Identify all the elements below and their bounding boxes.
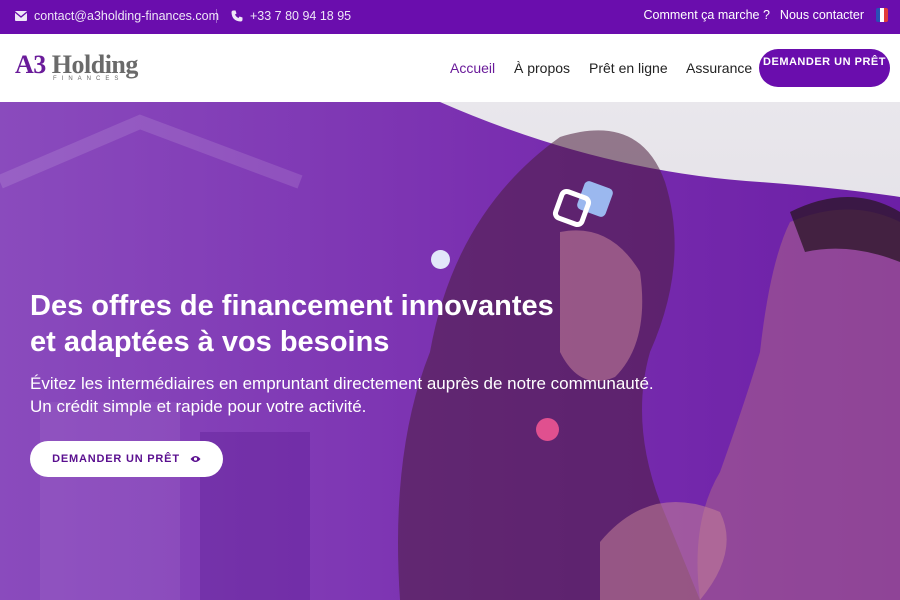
nav-online-loan[interactable]: Prêt en ligne [589,60,668,76]
france-flag-icon[interactable] [876,8,888,22]
email-contact-link[interactable]: contact@a3holding-finances.com [15,9,219,23]
nav-insurance[interactable]: Assurance [686,60,752,76]
decorative-dot-light [431,250,450,269]
request-loan-header-button[interactable]: DEMANDER UN PRÊT [759,49,890,87]
contact-link[interactable]: Nous contacter [780,8,864,22]
hero-subtitle-line-2: Un crédit simple et rapide pour votre ac… [30,397,367,416]
hero-button-label: DEMANDER UN PRÊT [52,453,180,465]
eye-icon [190,456,201,462]
envelope-icon [15,11,27,21]
decorative-dot-pink [536,418,559,441]
hero-section: Des offres de financement innovantes et … [0,102,900,600]
how-it-works-link[interactable]: Comment ça marche ? [643,8,769,22]
request-loan-hero-button[interactable]: DEMANDER UN PRÊT [30,441,223,477]
email-text: contact@a3holding-finances.com [34,9,220,23]
hero-title-line-1: Des offres de financement innovantes [30,290,554,322]
hero-title-line-2: et adaptées à vos besoins [30,326,390,358]
hero-title: Des offres de financement innovantes et … [30,288,630,360]
hero-subtitle-line-1: Évitez les intermédiaires en empruntant … [30,374,654,393]
phone-text: +33 7 80 94 18 95 [250,9,352,23]
topbar-divider [216,9,217,23]
phone-icon [231,10,243,22]
nav-home[interactable]: Accueil [450,60,495,76]
site-logo[interactable]: A3 Holding FINANCES [15,46,155,90]
logo-subtitle: FINANCES [53,76,124,82]
main-header: A3 Holding FINANCES Accueil À propos Prê… [0,34,900,102]
topbar-links: Comment ça marche ? Nous contacter [643,8,888,22]
nav-about[interactable]: À propos [514,60,570,76]
phone-contact-link[interactable]: +33 7 80 94 18 95 [231,9,351,23]
hero-subtitle: Évitez les intermédiaires en empruntant … [30,372,790,418]
top-bar: contact@a3holding-finances.com +33 7 80 … [0,0,900,34]
decorative-squares-icon [552,181,613,228]
